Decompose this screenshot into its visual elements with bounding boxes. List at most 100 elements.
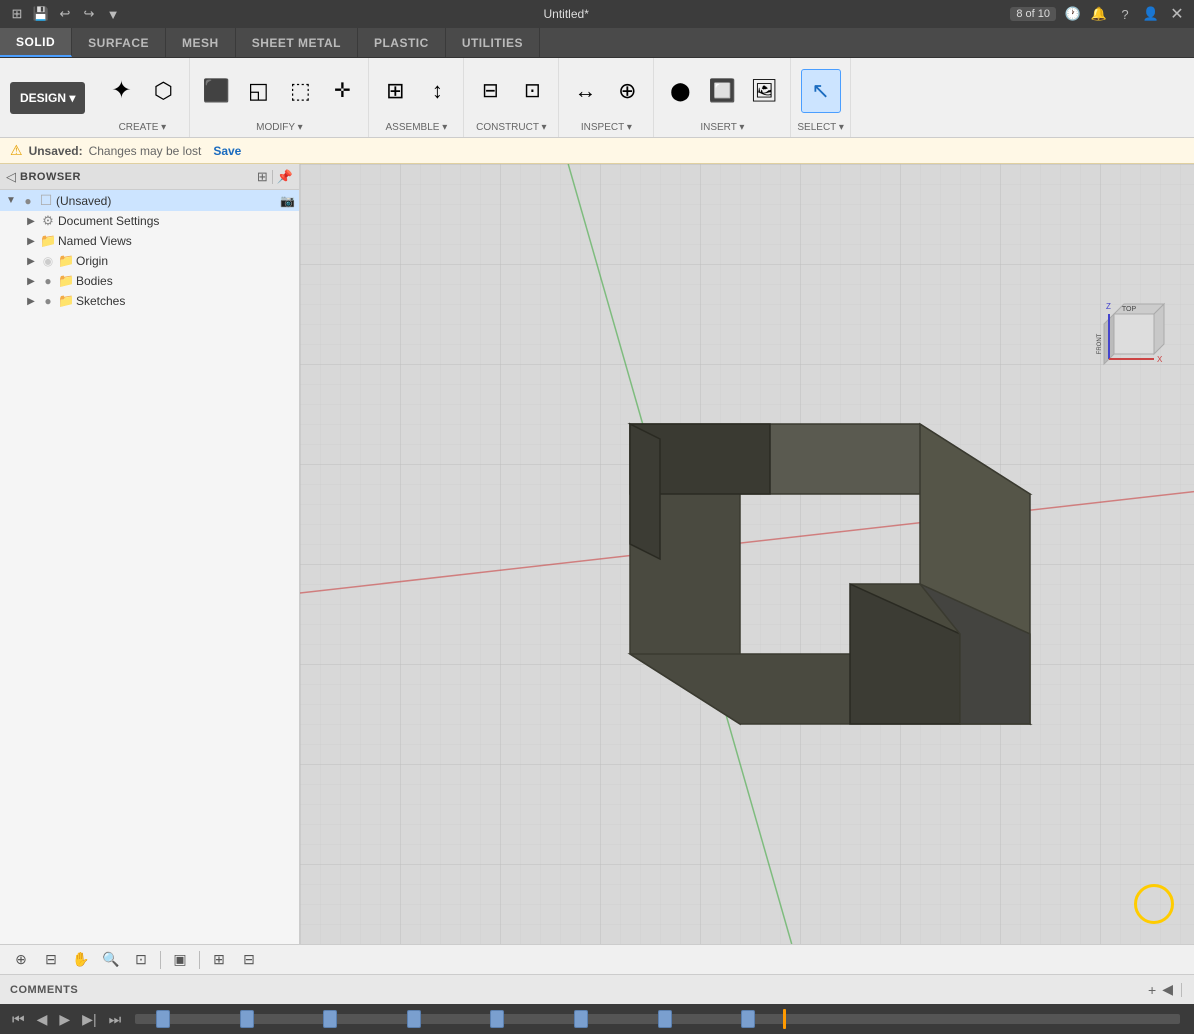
comments-collapse-button[interactable]: ◀ — [1162, 981, 1173, 998]
apps-icon[interactable]: ⊞ — [8, 5, 26, 23]
tree-arrow-views[interactable]: ▶ — [24, 236, 38, 247]
create-label[interactable]: CREATE ▾ — [119, 122, 167, 133]
undo-icon[interactable]: ↩ — [56, 5, 74, 23]
tree-item-origin[interactable]: ▶ ◉ 📁 Origin — [0, 251, 299, 271]
insert-label[interactable]: INSERT ▾ — [700, 122, 744, 133]
tree-arrow-sketches[interactable]: ▶ — [24, 296, 38, 307]
timeline-thumb[interactable] — [783, 1009, 786, 1029]
tree-label-root: (Unsaved) — [56, 194, 111, 208]
orbit-button[interactable]: ⊕ — [8, 948, 34, 972]
notification-circle[interactable] — [1134, 884, 1174, 924]
zoom-in-button[interactable]: 🔍 — [98, 948, 124, 972]
insert1-button[interactable]: ⬤ — [660, 69, 700, 113]
extrude-button[interactable]: ⬡ — [143, 69, 183, 113]
modify-label[interactable]: MODIFY ▾ — [256, 122, 303, 133]
zoom-fit-button[interactable]: ⊡ — [128, 948, 154, 972]
toolbar-construct-section: ⊟ ⊡ CONSTRUCT ▾ — [464, 58, 559, 137]
comments-add-button[interactable]: + — [1148, 982, 1156, 998]
pan-button[interactable]: ✋ — [68, 948, 94, 972]
tab-solid[interactable]: SOLID — [0, 28, 72, 57]
select-button[interactable]: ↖ — [801, 69, 841, 113]
help-icon[interactable]: ? — [1116, 5, 1134, 23]
axis-cube[interactable]: TOP FRONT Z X — [1094, 294, 1174, 377]
browser-pin-icon[interactable]: 📌 — [277, 169, 293, 185]
timeline-item-7[interactable] — [741, 1010, 755, 1028]
grid-options-button[interactable]: ⊟ — [236, 948, 262, 972]
display-mode-button[interactable]: ▣ — [167, 948, 193, 972]
tab-utilities[interactable]: UTILITIES — [446, 28, 540, 57]
tree-arrow-origin[interactable]: ▶ — [24, 256, 38, 267]
timeline-play-button[interactable]: ▶ — [55, 1009, 74, 1030]
tab-plastic[interactable]: PLASTIC — [358, 28, 446, 57]
timeline-item-6[interactable] — [658, 1010, 672, 1028]
save-icon[interactable]: 💾 — [32, 5, 50, 23]
tree-arrow-root[interactable]: ▼ — [4, 195, 18, 206]
viewport[interactable]: TOP FRONT Z X — [300, 164, 1194, 944]
timeline-track[interactable] — [135, 1014, 1180, 1024]
3d-model[interactable] — [500, 344, 1080, 924]
tree-item-named-views[interactable]: ▶ 📁 Named Views — [0, 231, 299, 251]
design-button[interactable]: DESIGN ▾ — [10, 82, 85, 114]
timeline-first-button[interactable]: ⏮ — [8, 1009, 29, 1030]
tree-camera-root[interactable]: 📷 — [280, 194, 295, 208]
comments-label: COMMENTS — [10, 984, 1142, 996]
toolbar-inspect-section: ↔ ⊕ INSPECT ▾ — [559, 58, 654, 137]
browser-expand-icon[interactable]: ⊞ — [257, 169, 268, 185]
user-icon[interactable]: 👤 — [1142, 5, 1160, 23]
timeline-item-3[interactable] — [407, 1010, 421, 1028]
close-button[interactable]: ✕ — [1168, 5, 1186, 23]
assemble1-button[interactable]: ⊞ — [375, 69, 415, 113]
tab-surface[interactable]: SURFACE — [72, 28, 166, 57]
bell-icon[interactable]: 🔔 — [1090, 5, 1108, 23]
inspect-label[interactable]: INSPECT ▾ — [581, 122, 632, 133]
timeline-next-button[interactable]: ▶| — [78, 1009, 100, 1030]
tree-arrow-bodies[interactable]: ▶ — [24, 276, 38, 287]
construct1-button[interactable]: ⊟ — [470, 69, 510, 113]
comments-panel: COMMENTS + ◀ — [0, 974, 1194, 1004]
tree-vis-root[interactable]: ● — [20, 194, 36, 208]
shell-button[interactable]: ⬚ — [280, 69, 320, 113]
inspect1-icon: ↔ — [574, 80, 596, 102]
tree-item-sketches[interactable]: ▶ ● 📁 Sketches — [0, 291, 299, 311]
save-button[interactable]: Save — [207, 142, 247, 160]
construct-label[interactable]: CONSTRUCT ▾ — [476, 122, 546, 133]
insert3-button[interactable]: 🖼 — [744, 69, 784, 113]
tree-item-doc-settings[interactable]: ▶ ⚙ Document Settings — [0, 211, 299, 231]
browser-collapse-icon[interactable]: ◁ — [6, 169, 16, 185]
timeline-item-1[interactable] — [240, 1010, 254, 1028]
insert2-button[interactable]: 🔲 — [702, 69, 742, 113]
tree-vis-bodies[interactable]: ● — [40, 274, 56, 288]
tree-item-bodies[interactable]: ▶ ● 📁 Bodies — [0, 271, 299, 291]
create-sketch-button[interactable]: ✦ — [101, 69, 141, 113]
move-button[interactable]: ✛ — [322, 69, 362, 113]
timeline-item-0[interactable] — [156, 1010, 170, 1028]
fillet-button[interactable]: ◱ — [238, 69, 278, 113]
tab-sheetmetal[interactable]: SHEET METAL — [236, 28, 358, 57]
tree-vis-sketches[interactable]: ● — [40, 294, 56, 308]
timeline-item-2[interactable] — [323, 1010, 337, 1028]
browser-header: ◁ BROWSER ⊞ 📌 — [0, 164, 299, 190]
construct2-button[interactable]: ⊡ — [512, 69, 552, 113]
timeline-last-button[interactable]: ⏭ — [105, 1009, 126, 1030]
tab-mesh[interactable]: MESH — [166, 28, 236, 57]
fit-screen-button[interactable]: ⊟ — [38, 948, 64, 972]
timeline-item-5[interactable] — [574, 1010, 588, 1028]
timeline-item-4[interactable] — [490, 1010, 504, 1028]
select-label[interactable]: SELECT ▾ — [797, 122, 844, 133]
grid-button[interactable]: ⊞ — [206, 948, 232, 972]
tree-arrow-doc[interactable]: ▶ — [24, 216, 38, 227]
pushpull-button[interactable]: ⬛ — [196, 69, 236, 113]
tree-vis-origin[interactable]: ◉ — [40, 254, 56, 268]
clock-icon[interactable]: 🕐 — [1064, 5, 1082, 23]
gear-icon-doc: ⚙ — [40, 213, 56, 229]
assemble2-button[interactable]: ↕ — [417, 69, 457, 113]
more-icon[interactable]: ▼ — [104, 5, 122, 23]
inspect2-button[interactable]: ⊕ — [607, 69, 647, 113]
assemble-label[interactable]: ASSEMBLE ▾ — [386, 122, 448, 133]
tree-item-root[interactable]: ▼ ● ☐ (Unsaved) 📷 — [0, 190, 299, 211]
inspect1-button[interactable]: ↔ — [565, 69, 605, 113]
pushpull-icon: ⬛ — [203, 80, 230, 102]
redo-icon[interactable]: ↪ — [80, 5, 98, 23]
insert3-icon: 🖼 — [750, 80, 778, 102]
timeline-prev-button[interactable]: ◀ — [33, 1009, 52, 1030]
